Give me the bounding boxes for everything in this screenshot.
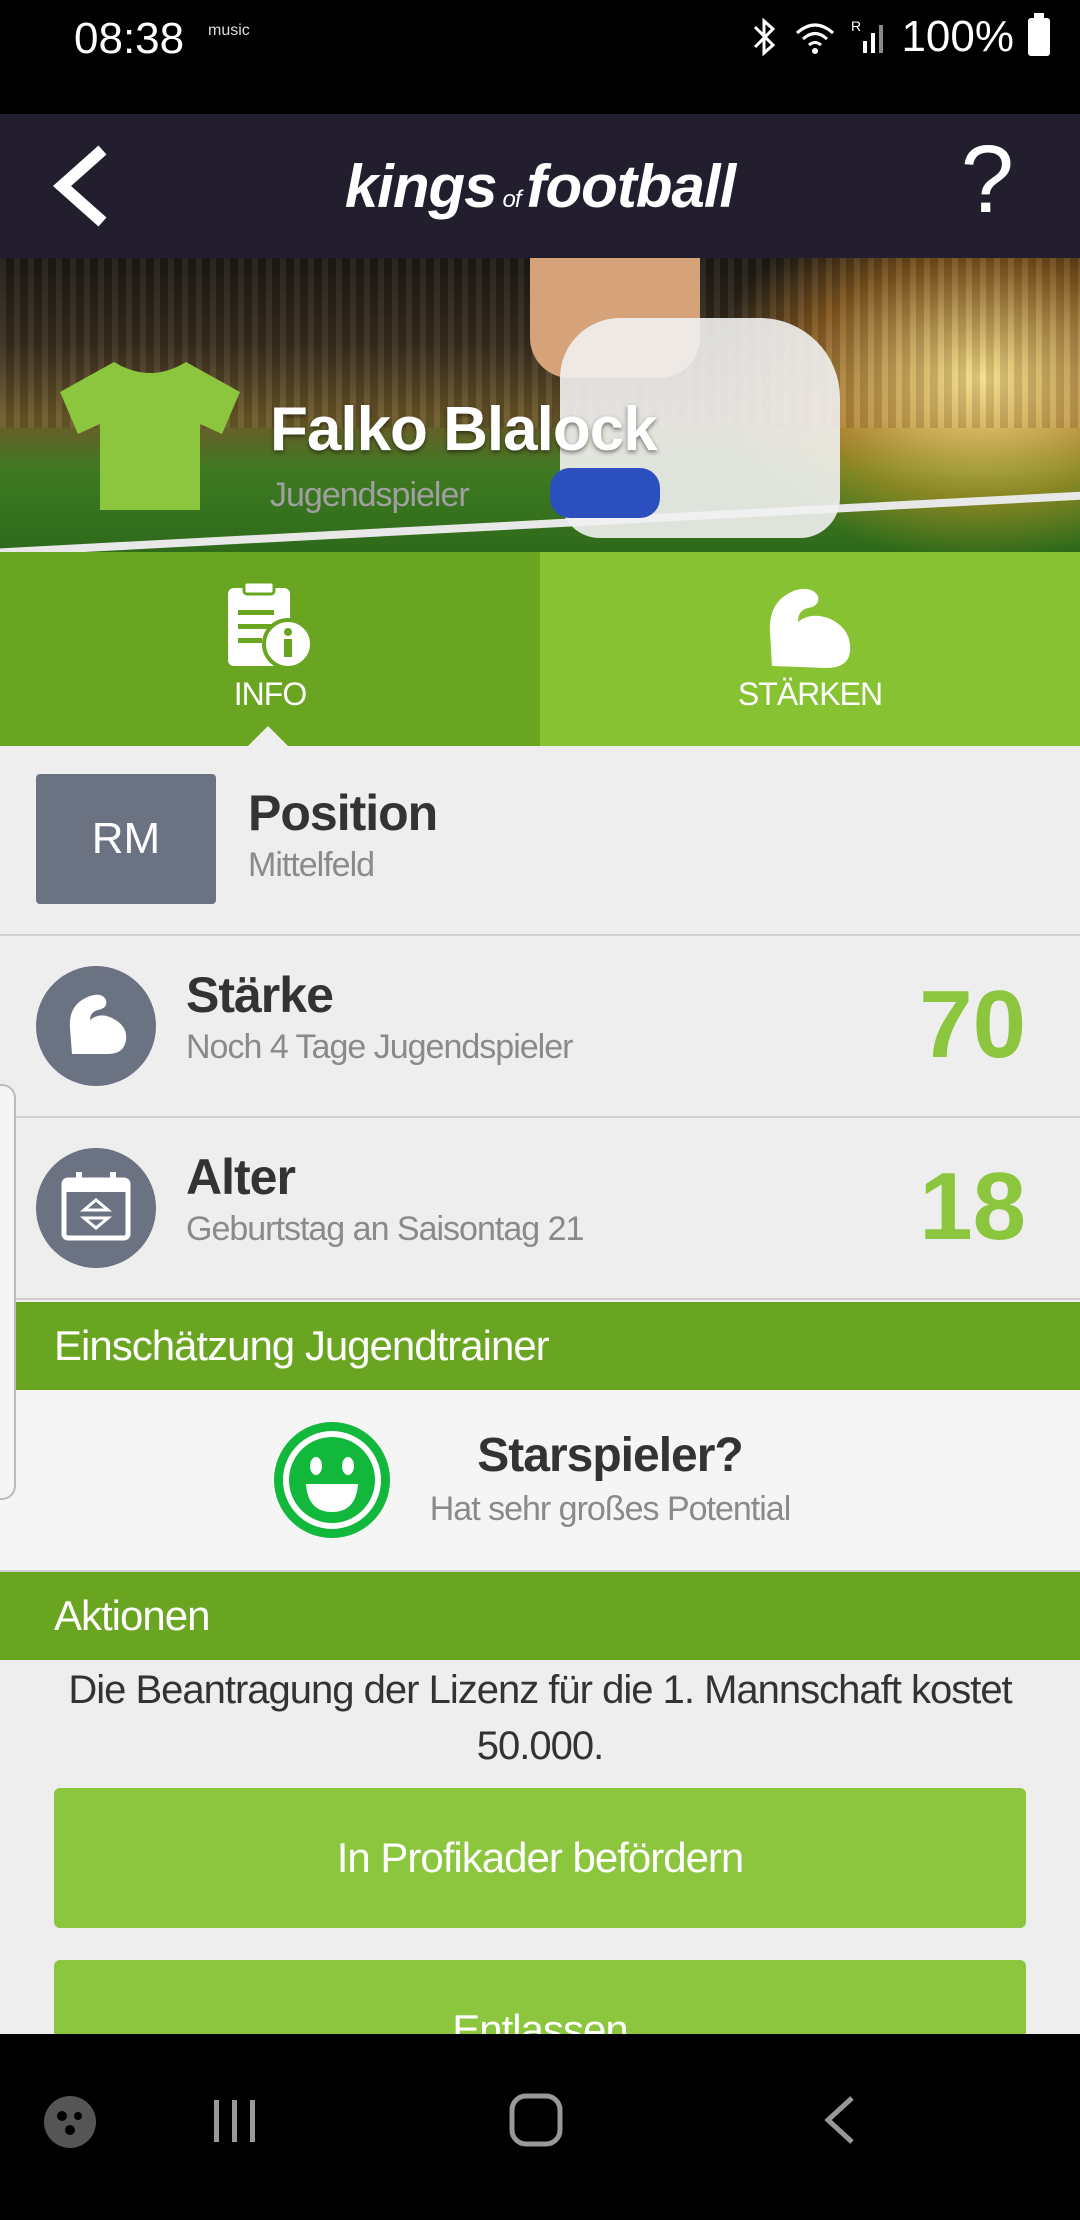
shirt-icon <box>60 362 240 510</box>
app-logo: kings of football <box>344 153 736 220</box>
assessment-card: Starspieler? Hat sehr großes Potential <box>0 1390 1080 1572</box>
svg-text:R: R <box>851 18 861 34</box>
calendar-icon <box>61 1172 131 1241</box>
strength-icon-circle <box>36 966 156 1086</box>
position-title: Position <box>248 785 438 841</box>
player-hero-banner: Falko Blalock Jugendspieler <box>0 258 1080 552</box>
side-drawer-handle[interactable] <box>0 1084 16 1500</box>
license-cost-text: Die Beantragung der Lizenz für die 1. Ma… <box>68 1668 1012 1768</box>
status-time: 08:38 <box>74 14 185 63</box>
strength-subtitle: Noch 4 Tage Jugendspieler <box>186 1028 573 1066</box>
system-nav-bar <box>0 2034 1080 2220</box>
actions-header: Aktionen <box>0 1572 1080 1660</box>
back-nav-icon[interactable] <box>816 2092 866 2148</box>
music-app-icon: music <box>208 22 250 39</box>
assessment-header-label: Einschätzung Jugendtrainer <box>54 1322 550 1369</box>
age-value: 18 <box>919 1153 1026 1260</box>
tab-strengths[interactable]: STÄRKEN <box>540 552 1080 746</box>
flexed-arm-icon <box>769 588 851 668</box>
tab-bar: INFO STÄRKEN <box>0 552 1080 746</box>
age-row: Alter Geburtstag an Saisontag 21 18 <box>0 1118 1080 1300</box>
smiley-icon <box>274 1422 390 1538</box>
dismiss-button[interactable]: Entlassen <box>54 1960 1026 2034</box>
status-icons: R 100% <box>749 12 1050 62</box>
flexed-arm-icon <box>69 994 127 1054</box>
info-content: RM Position Mittelfeld Stärke Noch 4 Tag… <box>0 746 1080 2034</box>
info-document-icon <box>228 582 314 670</box>
status-bar: 08:38 music R 100% <box>0 0 1080 114</box>
battery-icon <box>1028 13 1050 56</box>
help-button[interactable]: ? <box>961 132 1014 228</box>
app-header: kings of football ? <box>0 114 1080 258</box>
position-badge: RM <box>36 774 216 904</box>
position-subtitle: Mittelfeld <box>248 846 375 884</box>
assessment-title: Starspieler? <box>477 1429 743 1482</box>
assessment-subtitle: Hat sehr großes Potential <box>429 1490 792 1528</box>
strength-title: Stärke <box>186 967 334 1023</box>
player-name: Falko Blalock <box>270 395 658 464</box>
promote-button[interactable]: In Profikader befördern <box>54 1788 1026 1928</box>
bluetooth-icon <box>754 17 776 57</box>
strength-value: 70 <box>919 971 1026 1078</box>
game-launcher-icon[interactable] <box>42 2094 98 2150</box>
wifi-icon <box>796 23 835 54</box>
assessment-header: Einschätzung Jugendtrainer <box>0 1302 1080 1390</box>
player-role: Jugendspieler <box>270 476 470 514</box>
age-icon-circle <box>36 1148 156 1268</box>
home-icon[interactable] <box>508 2092 564 2148</box>
age-title: Alter <box>186 1149 296 1205</box>
battery-percent: 100% <box>901 12 1014 61</box>
age-subtitle: Geburtstag an Saisontag 21 <box>186 1210 584 1248</box>
tab-info-label: INFO <box>233 676 307 712</box>
signal-icon: R <box>851 18 884 53</box>
tab-strengths-label: STÄRKEN <box>737 676 883 712</box>
actions-header-label: Aktionen <box>54 1592 210 1639</box>
tab-info[interactable]: INFO <box>0 552 540 746</box>
position-row: RM Position Mittelfeld <box>0 746 1080 936</box>
active-tab-pointer <box>246 726 290 748</box>
strength-row: Stärke Noch 4 Tage Jugendspieler 70 <box>0 936 1080 1118</box>
recent-apps-icon[interactable] <box>210 2096 260 2146</box>
